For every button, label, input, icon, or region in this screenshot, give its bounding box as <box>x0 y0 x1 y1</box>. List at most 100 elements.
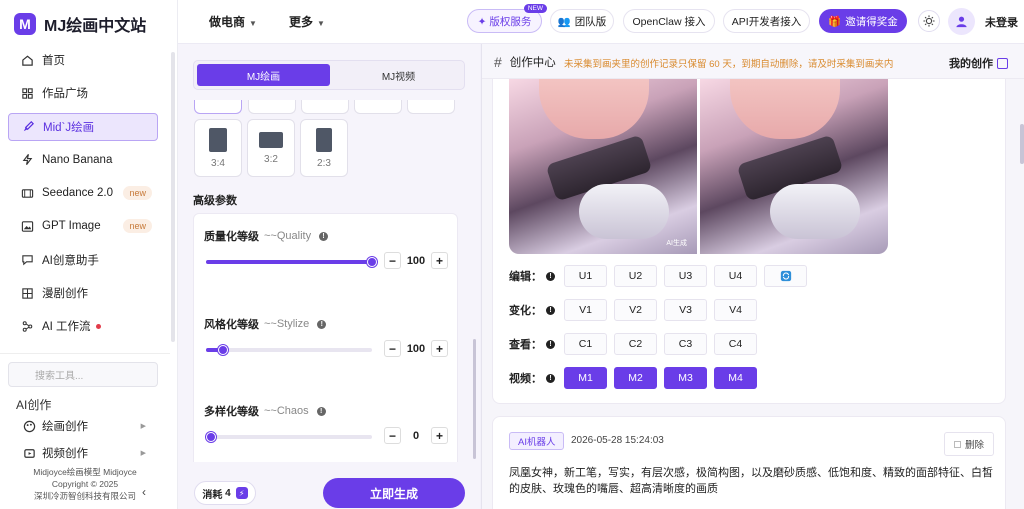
ratio-portrait-icon <box>316 127 332 152</box>
openclaw-label: OpenClaw 接入 <box>632 15 706 28</box>
api-developer-button[interactable]: API开发者接入 <box>723 9 810 33</box>
copyright-service-label: ✦ 版权服务 <box>477 15 532 28</box>
action-button-c1[interactable]: C1 <box>564 333 607 355</box>
ratio-label: 2:3 <box>317 157 331 169</box>
result-image-2[interactable] <box>700 79 888 254</box>
panel-scrollbar[interactable] <box>473 339 476 459</box>
invite-reward-button[interactable]: 🎁 邀请得奖金 <box>819 9 907 33</box>
ratio-option-3-2[interactable]: 3:2 <box>247 119 295 177</box>
ratio-option-2-3[interactable]: 2:3 <box>300 119 348 177</box>
info-icon[interactable]: ! <box>546 305 555 315</box>
decrement-button[interactable]: − <box>384 252 401 269</box>
my-creations-button[interactable]: 我的创作 <box>949 55 1008 71</box>
tool-search-input[interactable]: 搜索工具... <box>8 362 158 387</box>
slider-knob[interactable] <box>206 432 216 442</box>
action-button-m4[interactable]: M4 <box>714 367 757 389</box>
collapse-sidebar-icon[interactable]: ‹ <box>142 485 146 499</box>
login-link[interactable]: 未登录 <box>985 14 1018 30</box>
info-icon[interactable]: ! <box>546 271 555 281</box>
team-edition-button[interactable]: 👥 团队版 <box>550 9 614 33</box>
ratio-option[interactable] <box>354 100 402 114</box>
brand-name: MJ绘画中文站 <box>44 18 147 35</box>
sidebar-item-paint-create[interactable]: 绘画创作 ▶ <box>22 418 146 434</box>
param-slider[interactable] <box>206 432 372 442</box>
action-button-v3[interactable]: V3 <box>664 299 707 321</box>
ratio-option[interactable] <box>407 100 455 114</box>
param-slider[interactable] <box>206 345 372 355</box>
info-icon[interactable]: ! <box>546 339 555 349</box>
action-button-c4[interactable]: C4 <box>714 333 757 355</box>
delete-button[interactable]: 删除 <box>944 432 994 456</box>
sidebar-item-video-create[interactable]: 视频创作 ▶ <box>22 445 146 461</box>
sidebar-item-lightning[interactable]: Nano Banana <box>8 146 158 174</box>
tab-mj-video[interactable]: MJ视频 <box>334 64 463 86</box>
sidebar-scrollbar[interactable] <box>171 52 175 342</box>
action-button-u2[interactable]: U2 <box>614 265 657 287</box>
ratio-option[interactable] <box>301 100 349 114</box>
action-button-v1[interactable]: V1 <box>564 299 607 321</box>
generate-button[interactable]: 立即生成 <box>323 478 465 508</box>
ratio-option[interactable] <box>194 100 242 114</box>
creation-header: # 创作中心 未采集到画夹里的创作记录只保留 60 天，到期自动删除，请及时采集到… <box>482 44 1024 79</box>
info-icon[interactable]: ! <box>317 319 327 329</box>
new-badge: new <box>123 219 152 234</box>
avatar-user-icon[interactable] <box>948 8 975 35</box>
copyright-service-button[interactable]: ✦ 版权服务 NEW <box>467 4 547 33</box>
action-button-c2[interactable]: C2 <box>614 333 657 355</box>
action-button-v4[interactable]: V4 <box>714 299 757 321</box>
sidebar-item-layout[interactable]: 漫剧创作 <box>8 279 158 307</box>
action-button-c3[interactable]: C3 <box>664 333 707 355</box>
action-row: 编辑：! U1 U2 U3 U4 <box>509 265 814 287</box>
increment-button[interactable]: + <box>431 340 448 357</box>
menu-more[interactable]: 更多 ▼ <box>289 13 325 30</box>
sidebar-item-image[interactable]: GPT Image new <box>8 212 158 240</box>
increment-button[interactable]: + <box>431 427 448 444</box>
sidebar-item-network[interactable]: AI 工作流 <box>8 312 158 340</box>
sidebar-item-video[interactable]: Seedance 2.0 new <box>8 179 158 207</box>
ratio-option[interactable] <box>248 100 296 114</box>
info-icon[interactable]: ! <box>316 406 326 416</box>
info-icon[interactable]: ! <box>546 373 555 383</box>
sidebar-item-label: Mid`J绘画 <box>43 121 95 134</box>
record-prompt: 凤凰女神，新工笔，写实，有层次感，极简构图，以及磨砂质感、低饱和度、精致的面部特… <box>509 467 993 495</box>
decrement-button[interactable]: − <box>384 427 401 444</box>
increment-button[interactable]: + <box>431 252 448 269</box>
action-row-label: 编辑：! <box>509 268 564 284</box>
cost-label: 消耗 <box>202 489 223 501</box>
ratio-label: 3:4 <box>211 157 225 169</box>
panel-toggle-icon <box>997 57 1008 69</box>
sidebar-item-home[interactable]: 首页 <box>8 46 158 74</box>
my-creations-label: 我的创作 <box>949 58 993 70</box>
action-button-m3[interactable]: M3 <box>664 367 707 389</box>
action-button-u3[interactable]: U3 <box>664 265 707 287</box>
delete-label: 删除 <box>964 440 984 451</box>
notification-dot <box>95 323 101 329</box>
action-button-v2[interactable]: V2 <box>614 299 657 321</box>
main-scrollbar[interactable] <box>1020 124 1024 164</box>
image-detail <box>770 184 860 239</box>
sidebar-item-brush[interactable]: Mid`J绘画 <box>8 112 158 141</box>
sidebar-item-grid[interactable]: 作品广场 <box>8 79 158 107</box>
logo[interactable]: M MJ绘画中文站 <box>14 12 146 36</box>
app-root: M MJ绘画中文站 首页作品广场 Mid`J绘画 Nano Banana Seedan… <box>0 0 1024 509</box>
menu-ecommerce[interactable]: 做电商 ▼ <box>209 13 257 30</box>
action-button-m1[interactable]: M1 <box>564 367 607 389</box>
sidebar-item-label: 视频创作 <box>42 448 88 460</box>
action-button-m2[interactable]: M2 <box>614 367 657 389</box>
action-button-u1[interactable]: U1 <box>564 265 607 287</box>
ratio-option-3-4[interactable]: 3:4 <box>194 119 242 177</box>
decrement-button[interactable]: − <box>384 340 401 357</box>
action-button-u4[interactable]: U4 <box>714 265 757 287</box>
slider-knob[interactable] <box>367 257 377 267</box>
sidebar-item-chat[interactable]: AI创意助手 <box>8 246 158 274</box>
openclaw-button[interactable]: OpenClaw 接入 <box>623 9 715 33</box>
row-label-text: 变化： <box>509 305 542 317</box>
param-value: 100 <box>406 342 426 355</box>
theme-toggle-sun-icon[interactable] <box>918 10 940 32</box>
param-slider[interactable] <box>206 257 377 267</box>
refresh-icon[interactable] <box>764 265 807 287</box>
slider-knob[interactable] <box>217 345 228 355</box>
info-icon[interactable]: ! <box>319 231 329 241</box>
param-name: 质量化等级 <box>204 231 259 243</box>
tab-mj-paint[interactable]: MJ绘画 <box>197 64 330 86</box>
